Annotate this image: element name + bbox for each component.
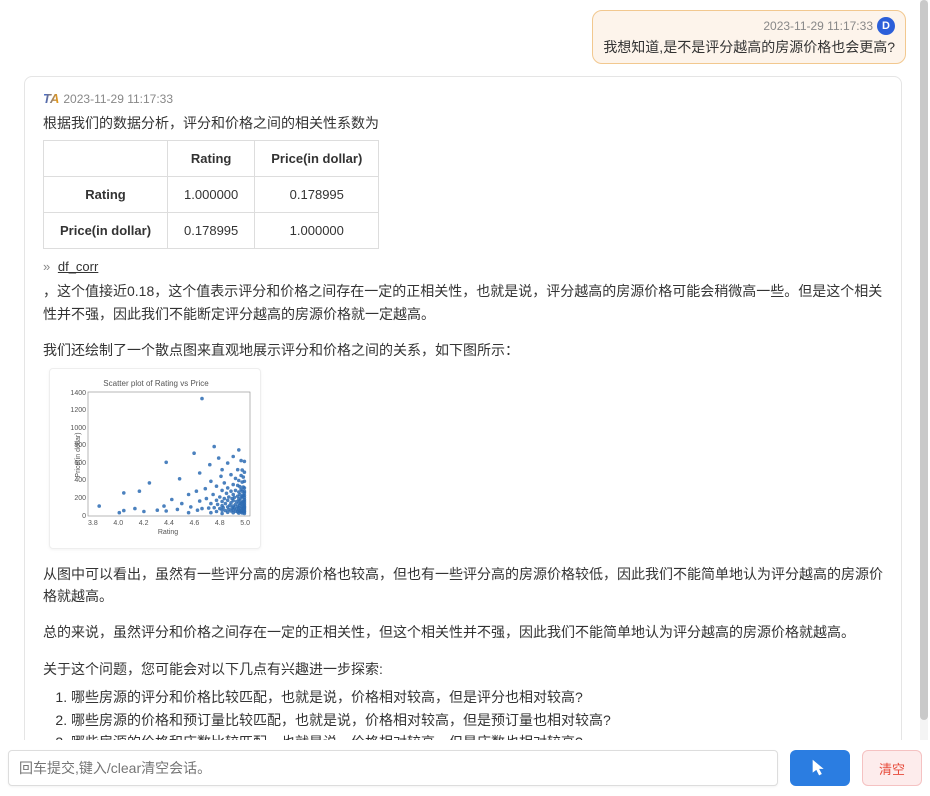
xtick: 5.0 [240,520,250,527]
para-summary: 总的来说，虽然评分和价格之间存在一定的正相关性，但这个相关性并不强，因此我们不能… [43,621,883,643]
list-item: 哪些房源的评分和价格比较匹配，也就是说，价格相对较高，但是评分也相对较高? [71,686,883,708]
table-cell: 1.000000 [255,213,379,249]
clear-button[interactable]: 清空 [862,750,922,786]
ytick: 400 [66,477,86,484]
df-corr-link[interactable]: df_corr [58,259,98,274]
dataframe-reference: » df_corr [43,259,883,274]
scrollbar-thumb[interactable] [920,0,928,720]
table-cell: 1.000000 [168,177,255,213]
table-row: Rating 1.000000 0.178995 [44,177,379,213]
assistant-intro: 根据我们的数据分析，评分和价格之间的相关性系数为 [43,112,883,134]
explore-list: 哪些房源的评分和价格比较匹配，也就是说，价格相对较高，但是评分也相对较高? 哪些… [71,686,883,740]
send-button[interactable] [790,750,850,786]
ytick: 800 [66,442,86,449]
table-header: Rating [168,141,255,177]
chart-yticks: 1400 1200 1000 800 600 400 200 0 [66,390,86,520]
table-header [44,141,168,177]
ytick: 200 [66,495,86,502]
user-bubble: 2023-11-29 11:17:33 D 我想知道,是不是评分越高的房源价格也… [592,10,906,64]
ytick: 1200 [66,407,86,414]
assistant-timestamp: 2023-11-29 11:17:33 [63,92,173,106]
bottom-bar: 清空 [0,740,930,796]
explore-intro: 关于这个问题，您可能会对以下几点有兴趣进一步探索: [43,658,883,680]
para-scatter-intro: 我们还绘制了一个散点图来直观地展示评分和价格之间的关系，如下图所示： [43,339,883,361]
user-timestamp: 2023-11-29 11:17:33 [763,19,873,33]
table-rowhead: Rating [44,177,168,213]
table-header: Price(in dollar) [255,141,379,177]
list-item: 哪些房源的价格和预订量比较匹配，也就是说，价格相对较高，但是预订量也相对较高? [71,709,883,731]
chat-input[interactable] [8,750,778,786]
para-after-chart: 从图中可以看出，虽然有一些评分高的房源价格也较高，但也有一些评分高的房源价格较低… [43,563,883,608]
chat-scroll-area: 2023-11-29 11:17:33 D 我想知道,是不是评分越高的房源价格也… [0,0,930,740]
chart-xlabel: Rating [84,529,252,536]
scatter-chart[interactable]: Scatter plot of Rating vs Price Price(in… [49,368,261,549]
xtick: 4.6 [190,520,200,527]
xtick: 3.8 [88,520,98,527]
ytick: 0 [66,513,86,520]
list-item: 哪些房源的价格和床数比较匹配，也就是说，价格相对较高，但是床数也相对较高? [71,731,883,740]
chart-title: Scatter plot of Rating vs Price [60,379,252,388]
user-text: 我想知道,是不是评分越高的房源价格也会更高? [603,37,895,57]
xtick: 4.2 [139,520,149,527]
cursor-arrow-icon [809,757,831,779]
table-rowhead: Price(in dollar) [44,213,168,249]
xtick: 4.8 [215,520,225,527]
para-after-table: ，这个值接近0.18，这个值表示评分和价格之间存在一定的正相关性，也就是说，评分… [43,280,883,325]
assistant-message: TA 2023-11-29 11:17:33 根据我们的数据分析，评分和价格之间… [24,76,902,740]
user-avatar: D [877,17,895,35]
chart-canvas [60,390,254,520]
ytick: 600 [66,460,86,467]
correlation-table: Rating Price(in dollar) Rating 1.000000 … [43,140,379,249]
table-header-row: Rating Price(in dollar) [44,141,379,177]
ytick: 1400 [66,390,86,397]
angle-quote-icon: » [43,259,50,274]
chart-xticks: 3.8 4.0 4.2 4.4 4.6 4.8 5.0 [88,520,250,527]
assistant-logo-icon: TA [43,91,59,106]
table-row: Price(in dollar) 0.178995 1.000000 [44,213,379,249]
user-message: 2023-11-29 11:17:33 D 我想知道,是不是评分越高的房源价格也… [10,10,910,64]
table-cell: 0.178995 [168,213,255,249]
xtick: 4.0 [113,520,123,527]
ytick: 1000 [66,425,86,432]
table-cell: 0.178995 [255,177,379,213]
xtick: 4.4 [164,520,174,527]
